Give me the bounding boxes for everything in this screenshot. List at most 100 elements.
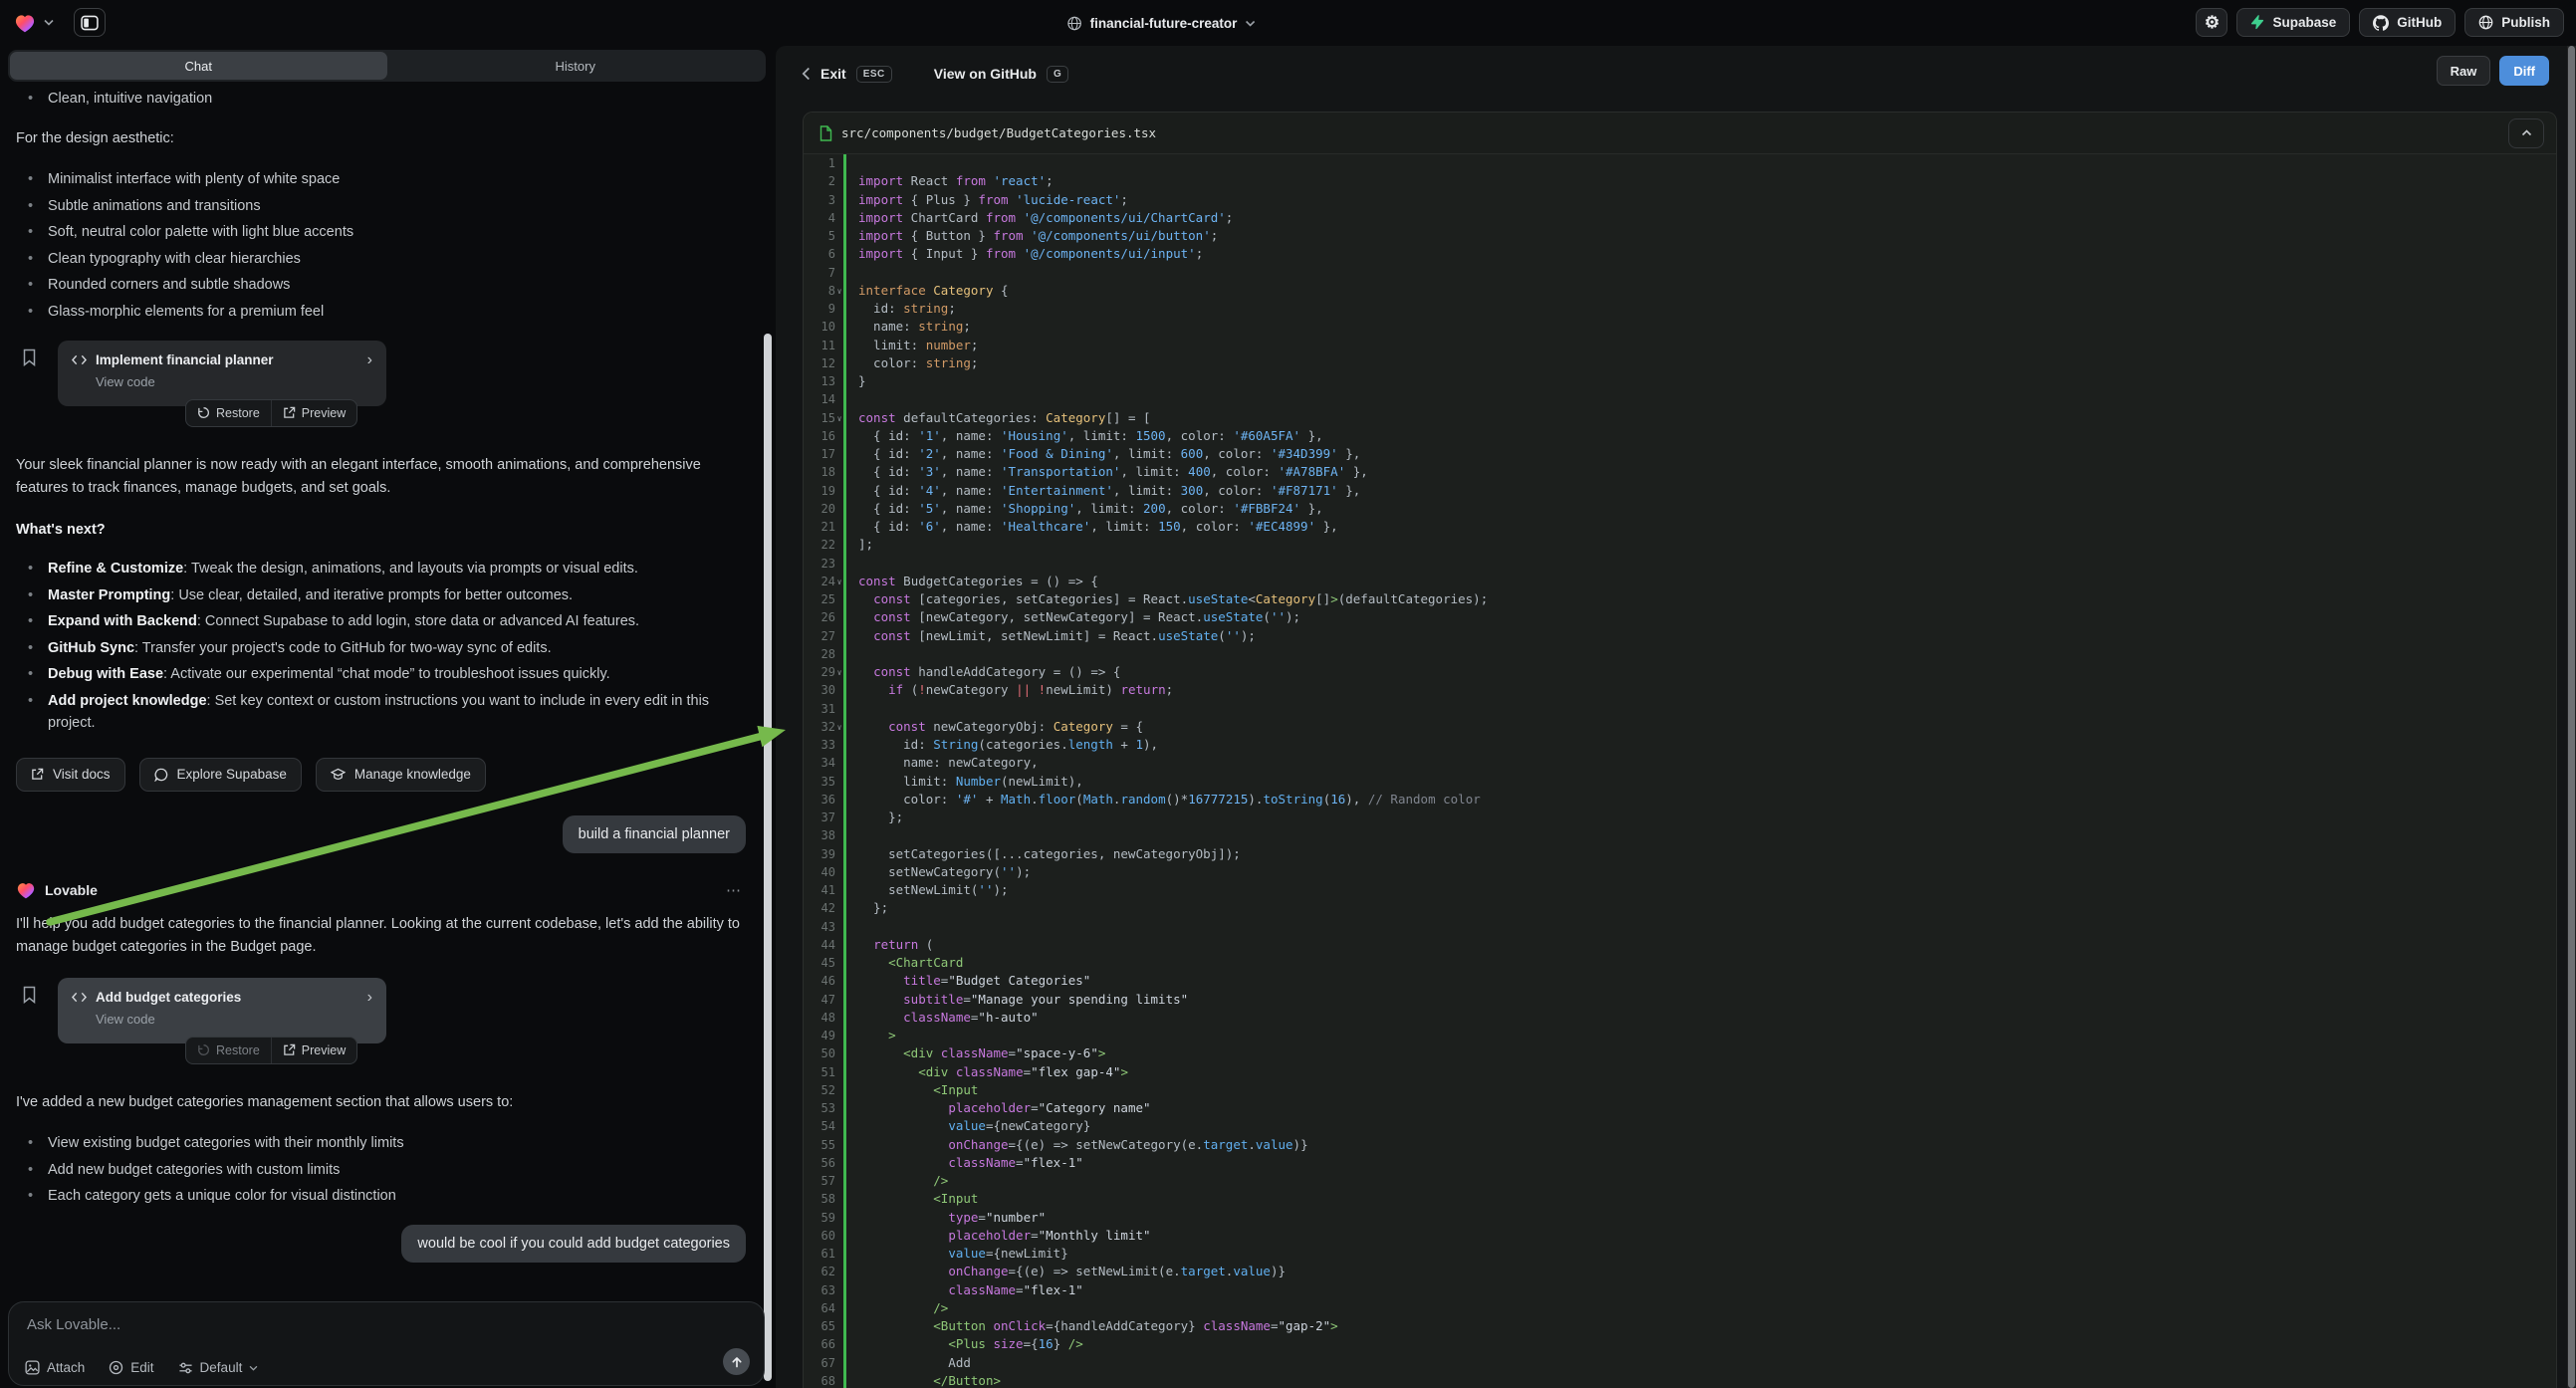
code-text: id: string; [858,300,956,318]
user-message-row: build a financial planner [16,815,746,853]
list-item: Refine & Customize: Tweak the design, an… [24,558,746,579]
composer-placeholder[interactable]: Ask Lovable... [27,1316,748,1333]
code-text: const [categories, setCategories] = Reac… [858,590,1488,608]
raw-toggle-button[interactable]: Raw [2437,56,2491,86]
github-label: GitHub [2397,15,2442,30]
code-text: setCategories([...categories, newCategor… [858,845,1241,863]
logo-chevron-down-icon[interactable] [44,19,54,26]
fold-caret-icon[interactable]: ∨ [834,719,844,737]
supabase-button[interactable]: Supabase [2236,8,2350,37]
line-number: 9 [804,300,835,318]
user-message-bubble: would be cool if you could add budget ca… [401,1225,746,1263]
line-number: 52 [804,1081,835,1099]
preview-button[interactable]: Preview [271,400,356,426]
code-text: { id: '2', name: 'Food & Dining', limit:… [858,445,1360,463]
code-text: limit: number; [858,337,978,354]
code-line: 50 <div className="space-y-6"> [804,1044,2556,1062]
list-item: Clean typography with clear hierarchies [24,248,746,270]
line-number: 55 [804,1136,835,1154]
code-line: 5import { Button } from '@/components/ui… [804,227,2556,245]
list-item: Expand with Backend: Connect Supabase to… [24,610,746,632]
list-item: GitHub Sync: Transfer your project's cod… [24,637,746,659]
assistant-paragraph: Your sleek financial planner is now read… [16,454,746,501]
chip-visit-docs[interactable]: Visit docs [16,758,125,792]
tab-chat[interactable]: Chat [10,52,387,80]
fold-caret-icon[interactable]: ∨ [834,574,844,591]
back-chevron-icon[interactable] [802,67,811,81]
settings-button[interactable]: ⚙ [2196,8,2227,37]
bookmark-icon[interactable] [22,348,37,366]
fold-caret-icon[interactable]: ∨ [834,664,844,682]
collapse-file-button[interactable] [2508,118,2544,148]
version-card[interactable]: Add budget categories›View code Restore … [58,978,386,1043]
code-text: </Button> [858,1372,1001,1388]
github-button[interactable]: GitHub [2359,8,2456,37]
model-chevron-down-icon [249,1365,258,1371]
line-number: 60 [804,1227,835,1245]
code-text: import React from 'react'; [858,172,1054,190]
chat-message-list[interactable]: Clean, intuitive navigationFor the desig… [0,88,762,1296]
exit-button[interactable]: Exit [820,66,846,82]
line-number: 2 [804,172,835,190]
chevron-right-icon[interactable]: › [367,989,372,1007]
diff-toggle-button[interactable]: Diff [2499,56,2549,86]
assistant-paragraph: I've added a new budget categories manag… [16,1091,746,1114]
code-text: }; [858,899,888,917]
code-text: className="flex-1" [858,1154,1083,1172]
code-text: import { Button } from '@/components/ui/… [858,227,1218,245]
code-line: 53 placeholder="Category name" [804,1099,2556,1117]
assistant-paragraph: I'll help you add budget categories to t… [16,913,746,960]
code-line: 36 color: '#' + Math.floor(Math.random()… [804,791,2556,809]
fold-caret-icon[interactable]: ∨ [834,283,844,301]
edit-mode-button[interactable]: Edit [109,1360,153,1375]
code-area[interactable]: 1 2import React from 'react';3import { P… [804,154,2556,1388]
line-number: 32 [804,718,835,736]
fold-caret-icon[interactable]: ∨ [834,410,844,428]
chat-history-tabs: Chat History [8,50,766,82]
project-switcher[interactable]: financial-future-creator [1067,0,1256,46]
file-diff-card: src/components/budget/BudgetCategories.t… [803,112,2557,1388]
code-text: { id: '6', name: 'Healthcare', limit: 15… [858,518,1338,536]
code-text: Add [858,1354,971,1372]
model-selector[interactable]: Default [178,1360,259,1375]
file-header[interactable]: src/components/budget/BudgetCategories.t… [804,113,2556,154]
bookmark-icon[interactable] [22,986,37,1004]
view-code-link[interactable]: View code [96,374,372,389]
line-number: 41 [804,881,835,899]
chip-explore-supabase[interactable]: Explore Supabase [139,758,302,792]
view-code-link[interactable]: View code [96,1012,372,1027]
sliders-icon [178,1361,193,1375]
code-text: <Button onClick={handleAddCategory} clas… [858,1317,1338,1335]
line-number: 22 [804,536,835,554]
view-on-github-button[interactable]: View on GitHub [934,66,1037,82]
github-icon [2373,15,2389,31]
restore-button[interactable]: Restore [186,400,271,426]
user-message-bubble: build a financial planner [563,815,746,853]
lovable-heart-icon [16,881,36,899]
github-shortcut-badge: G [1047,66,1068,83]
code-line: 30 if (!newCategory || !newLimit) return… [804,681,2556,699]
publish-button[interactable]: Publish [2464,8,2564,37]
chip-manage-knowledge[interactable]: Manage knowledge [316,758,486,792]
page-scrollbar[interactable] [2567,46,2576,1388]
send-button[interactable] [723,1348,750,1375]
chat-scrollbar[interactable] [764,334,772,1381]
sidebar-toggle-icon[interactable] [74,8,106,37]
code-text: { id: '1', name: 'Housing', limit: 1500,… [858,427,1323,445]
code-text: const handleAddCategory = () => { [858,663,1120,681]
list-item: Soft, neutral color palette with light b… [24,221,746,243]
line-number: 24 [804,573,835,590]
tab-history[interactable]: History [387,52,765,80]
lovable-logo-icon[interactable] [14,13,36,33]
code-line: 14 [804,390,2556,408]
restore-button[interactable]: Restore [186,1038,271,1063]
chevron-right-icon[interactable]: › [367,351,372,369]
version-card[interactable]: Implement financial planner›View code Re… [58,341,386,406]
message-menu-button[interactable]: ⋯ [726,881,746,899]
code-text: const newCategoryObj: Category = { [858,718,1143,736]
chat-composer[interactable]: Ask Lovable... Attach Edit Default [8,1301,765,1386]
line-number: 59 [804,1209,835,1227]
attach-button[interactable]: Attach [25,1360,85,1375]
preview-button[interactable]: Preview [271,1038,356,1063]
code-line: 19 { id: '4', name: 'Entertainment', lim… [804,482,2556,500]
